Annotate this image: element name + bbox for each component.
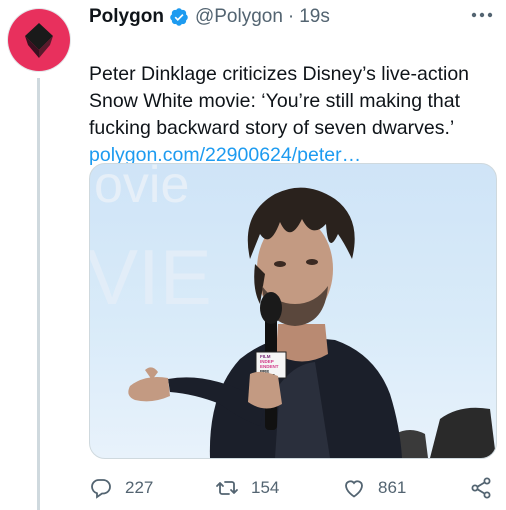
retweet-count: 154 xyxy=(251,478,280,497)
retweet-icon xyxy=(216,481,238,495)
heart-icon xyxy=(345,480,363,498)
backdrop-text-top: ovie xyxy=(94,164,189,214)
reply-icon xyxy=(91,479,111,499)
tweet-text: Peter Dinklage criticizes Disney’s live-… xyxy=(89,63,470,139)
like-button[interactable]: 861 xyxy=(342,474,406,502)
thread-line xyxy=(37,78,40,510)
tweet-header: Polygon @Polygon · 19s xyxy=(89,5,330,29)
reply-button[interactable]: 227 xyxy=(89,474,153,502)
backdrop-text-mid: VIE xyxy=(90,233,212,321)
tweet-media-image[interactable]: ovie VIE FILM INDEP ENDENT PRE xyxy=(89,163,497,459)
account-handle[interactable]: @Polygon xyxy=(195,6,283,28)
photo-illustration: ovie VIE FILM INDEP ENDENT PRE xyxy=(90,164,496,458)
timestamp[interactable]: 19s xyxy=(299,6,330,28)
separator-dot: · xyxy=(287,6,295,27)
avatar[interactable] xyxy=(8,9,70,71)
like-count: 861 xyxy=(378,478,407,497)
share-icon xyxy=(471,477,491,499)
verified-badge-icon xyxy=(170,8,188,26)
account-name[interactable]: Polygon xyxy=(89,6,164,28)
share-button[interactable] xyxy=(469,474,493,502)
tweet-actions: 227 154 861 xyxy=(89,474,501,502)
polygon-logo-icon xyxy=(25,23,53,58)
retweet-button[interactable]: 154 xyxy=(215,474,279,502)
reply-count: 227 xyxy=(125,478,154,497)
more-options-icon[interactable] xyxy=(470,10,494,20)
